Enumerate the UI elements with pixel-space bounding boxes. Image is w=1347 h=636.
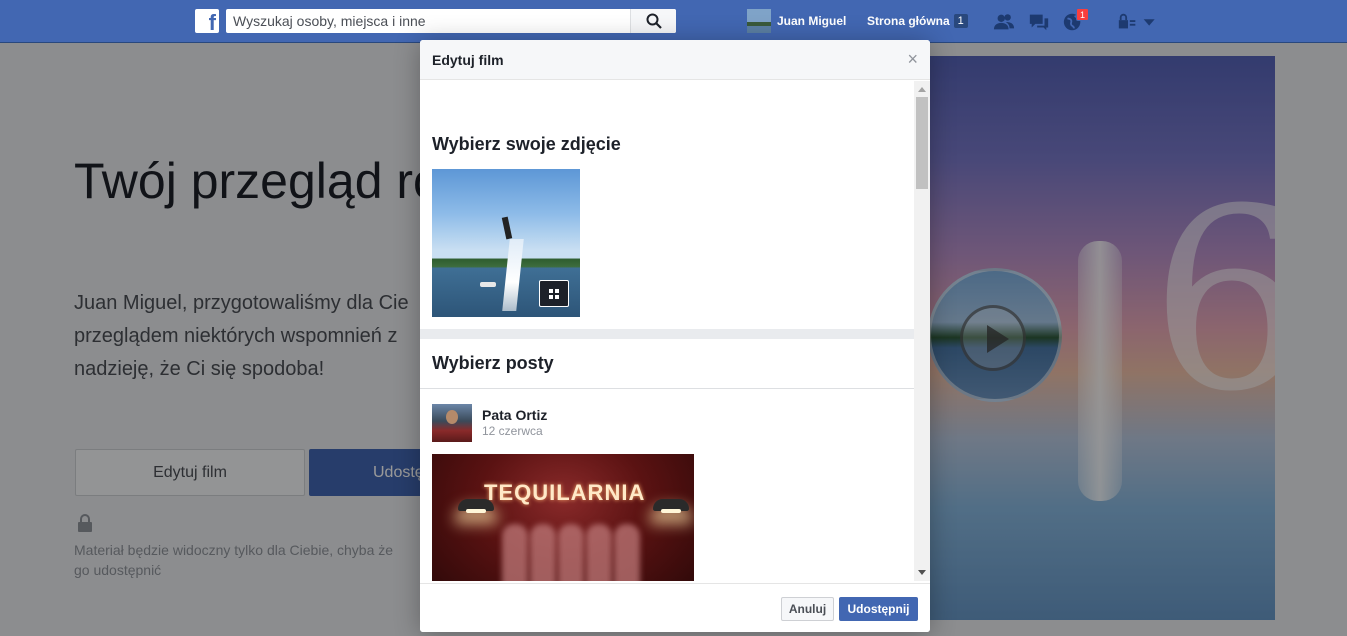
home-label: Strona główna xyxy=(867,14,950,28)
privacy-shortcuts-icon[interactable] xyxy=(1117,11,1139,33)
top-navigation-bar: f Juan Miguel Strona główna 1 1 xyxy=(0,0,1347,43)
scroll-down-arrow-icon[interactable] xyxy=(918,570,926,575)
cancel-button[interactable]: Anuluj xyxy=(781,597,834,621)
section-divider xyxy=(420,329,914,339)
home-link[interactable]: Strona główna 1 xyxy=(867,14,968,28)
dialog-body[interactable]: Wybierz swoje zdjęcie Wybierz posty Pata… xyxy=(420,81,930,581)
avatar xyxy=(747,9,771,33)
dialog-footer: Anuluj Udostępnij xyxy=(420,583,930,632)
photo-lamp xyxy=(458,499,494,513)
facebook-logo-icon[interactable]: f xyxy=(195,9,219,33)
photo-person xyxy=(558,524,584,581)
dialog-header: Edytuj film × xyxy=(420,40,930,80)
search-icon xyxy=(646,13,662,29)
photo-person xyxy=(501,216,513,240)
account-menu-chevron-down-icon[interactable] xyxy=(1140,11,1162,33)
search-box xyxy=(226,9,676,33)
photo-person xyxy=(586,524,612,581)
scrollbar-thumb[interactable] xyxy=(916,97,928,189)
photo-person xyxy=(614,524,640,581)
photo-person xyxy=(530,524,556,581)
avatar[interactable] xyxy=(432,404,472,442)
post-photo-sign: TEQUILARNIA xyxy=(484,480,646,505)
messages-icon[interactable] xyxy=(1028,11,1050,33)
dialog-scrollbar[interactable] xyxy=(914,81,930,581)
photo-boat xyxy=(480,282,496,287)
profile-name: Juan Miguel xyxy=(777,14,847,28)
notifications-count-badge: 1 xyxy=(1076,8,1089,21)
share-button[interactable]: Udostępnij xyxy=(839,597,918,621)
photo-lamp xyxy=(653,499,689,513)
post-author[interactable]: Pata Ortiz xyxy=(482,407,547,423)
search-input[interactable] xyxy=(226,9,626,33)
selected-photo[interactable] xyxy=(432,169,580,317)
photo-water-jet xyxy=(502,239,524,311)
search-button[interactable] xyxy=(630,9,676,33)
scroll-up-arrow-icon[interactable] xyxy=(918,87,926,92)
friend-requests-icon[interactable] xyxy=(993,11,1015,33)
post-photo[interactable]: TEQUILARNIA xyxy=(432,454,694,581)
post-date: 12 czerwca xyxy=(482,424,543,438)
section-divider-line xyxy=(420,388,914,389)
dialog-title: Edytuj film xyxy=(432,52,504,68)
close-icon[interactable]: × xyxy=(907,50,918,68)
photo-person xyxy=(502,524,528,581)
home-count-badge: 1 xyxy=(953,14,968,28)
posts-section-title: Wybierz posty xyxy=(432,353,554,373)
profile-link[interactable]: Juan Miguel xyxy=(747,8,846,34)
edit-video-dialog: Edytuj film × Wybierz swoje zdjęcie Wybi… xyxy=(420,40,930,632)
photo-grid-icon[interactable] xyxy=(539,280,569,307)
photo-section-title: Wybierz swoje zdjęcie xyxy=(432,134,621,154)
